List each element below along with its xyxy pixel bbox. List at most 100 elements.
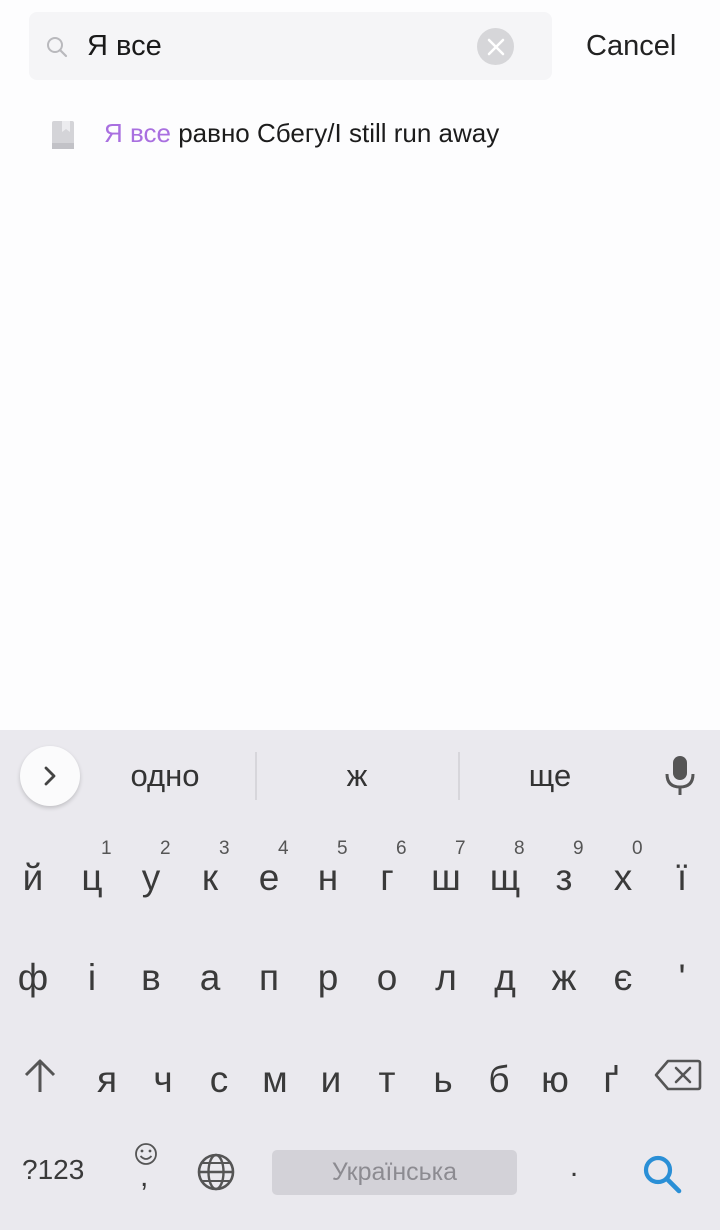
suggestion-2[interactable]: ж <box>292 756 422 800</box>
key-label: м <box>262 1059 288 1100</box>
shift-icon[interactable] <box>20 1058 60 1094</box>
key[interactable]: ю <box>526 1032 584 1122</box>
suggestion-divider <box>458 752 460 800</box>
key-label: щ <box>489 857 521 898</box>
key-label: х <box>613 857 633 898</box>
search-input[interactable] <box>87 24 467 68</box>
key[interactable]: п <box>240 930 298 1020</box>
key-label: е <box>258 857 280 898</box>
key-label: о <box>376 957 398 998</box>
key[interactable]: м <box>246 1032 304 1122</box>
key-label: і <box>87 957 97 998</box>
key-label: є <box>613 957 633 998</box>
key[interactable]: л <box>417 930 475 1020</box>
suggestion-divider <box>255 752 257 800</box>
key-label: л <box>435 957 457 998</box>
key-label: ф <box>17 957 49 998</box>
key[interactable]: ' <box>653 930 711 1020</box>
clear-search-button[interactable] <box>477 28 514 65</box>
key-label: ю <box>541 1059 569 1100</box>
key-label: с <box>209 1059 229 1100</box>
search-icon[interactable] <box>640 1152 684 1196</box>
key-hint: 9 <box>573 838 584 859</box>
suggestion-3[interactable]: ще <box>485 756 615 800</box>
suggestion-bar: одно ж ще <box>0 730 720 820</box>
key[interactable]: е4 <box>240 830 298 920</box>
symbols-key[interactable]: ?123 <box>22 1154 84 1186</box>
suggestion-1[interactable]: одно <box>100 756 230 800</box>
emoji-comma-key[interactable]: , <box>128 1142 164 1198</box>
backspace-icon[interactable] <box>654 1058 702 1092</box>
key-label: и <box>320 1059 342 1100</box>
key-label: р <box>317 957 339 998</box>
key-label: ї <box>676 857 688 898</box>
key-label: к <box>201 857 219 898</box>
key-hint: 2 <box>160 838 171 859</box>
close-icon <box>487 38 504 55</box>
key[interactable]: д <box>476 930 534 1020</box>
key[interactable]: з9 <box>535 830 593 920</box>
key[interactable]: ї <box>653 830 711 920</box>
key-hint: 6 <box>396 838 407 859</box>
key[interactable]: ч <box>134 1032 192 1122</box>
search-result-item[interactable]: Я все равно Сбегу/I still run away <box>0 98 720 170</box>
key-hint: 7 <box>455 838 466 859</box>
key-label: ' <box>678 957 686 998</box>
search-box[interactable] <box>29 12 552 80</box>
period-key[interactable]: . <box>560 1150 588 1184</box>
key[interactable]: б <box>470 1032 528 1122</box>
key[interactable]: н5 <box>299 830 357 920</box>
key[interactable]: х0 <box>594 830 652 920</box>
key-label: ґ <box>603 1059 619 1100</box>
key[interactable]: о <box>358 930 416 1020</box>
key-label: ч <box>153 1059 173 1100</box>
key-hint: 8 <box>514 838 525 859</box>
key[interactable]: к3 <box>181 830 239 920</box>
key[interactable]: у2 <box>122 830 180 920</box>
key[interactable]: ь <box>414 1032 472 1122</box>
key[interactable]: р <box>299 930 357 1020</box>
cancel-button[interactable]: Cancel <box>586 28 676 64</box>
key-label: у <box>141 857 161 898</box>
microphone-icon[interactable] <box>662 754 698 798</box>
key-label: ь <box>433 1059 453 1100</box>
key-label: т <box>378 1059 396 1100</box>
key-label: я <box>96 1059 118 1100</box>
key[interactable]: є <box>594 930 652 1020</box>
key-hint: 1 <box>101 838 112 859</box>
key[interactable]: а <box>181 930 239 1020</box>
result-title-rest: равно Сбегу/I still run away <box>170 118 500 148</box>
key-label: г <box>380 857 394 898</box>
key-hint: 4 <box>278 838 289 859</box>
key[interactable]: и <box>302 1032 360 1122</box>
key[interactable]: щ8 <box>476 830 534 920</box>
key-hint: 0 <box>632 838 643 859</box>
globe-icon[interactable] <box>196 1152 236 1192</box>
key[interactable]: с <box>190 1032 248 1122</box>
key-label: п <box>258 957 280 998</box>
key[interactable]: ц1 <box>63 830 121 920</box>
key-label: з <box>555 857 573 898</box>
key[interactable]: і <box>63 930 121 1020</box>
key-label: ш <box>431 857 461 898</box>
chevron-right-icon <box>44 766 56 786</box>
key[interactable]: ш7 <box>417 830 475 920</box>
key[interactable]: ф <box>4 930 62 1020</box>
book-icon <box>52 121 74 149</box>
key-label: а <box>199 957 221 998</box>
key[interactable]: г6 <box>358 830 416 920</box>
key-hint: 3 <box>219 838 230 859</box>
key[interactable]: т <box>358 1032 416 1122</box>
key[interactable]: й <box>4 830 62 920</box>
key[interactable]: я <box>78 1032 136 1122</box>
key-label: б <box>488 1059 510 1100</box>
space-key[interactable]: Українська <box>272 1150 517 1195</box>
search-result-title: Я все равно Сбегу/I still run away <box>104 118 499 148</box>
key[interactable]: ґ <box>582 1032 640 1122</box>
key-label: д <box>494 957 516 998</box>
key[interactable]: в <box>122 930 180 1020</box>
key[interactable]: ж <box>535 930 593 1020</box>
expand-toolbar-button[interactable] <box>20 746 80 806</box>
key-label: в <box>141 957 161 998</box>
key-hint: 5 <box>337 838 348 859</box>
